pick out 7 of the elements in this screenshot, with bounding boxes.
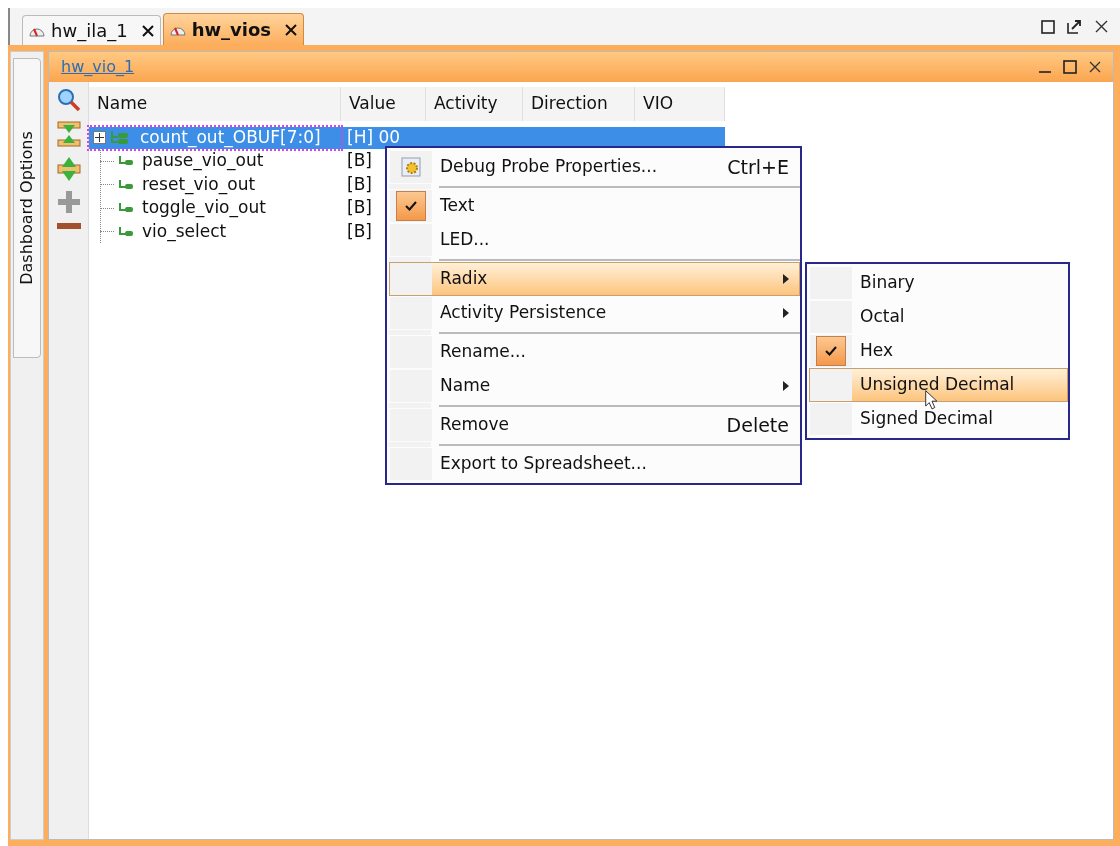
table-cell-text: [B] (347, 172, 372, 196)
shortcut-text: Ctrl+E (727, 154, 789, 180)
shortcut-text: Delete (726, 412, 789, 438)
table-cell-text: [B] (347, 196, 372, 220)
table-cell-text: [B] (347, 149, 372, 173)
table-cell-text: [B] (347, 219, 372, 243)
table-cell-text: [H] 00 (347, 125, 401, 149)
